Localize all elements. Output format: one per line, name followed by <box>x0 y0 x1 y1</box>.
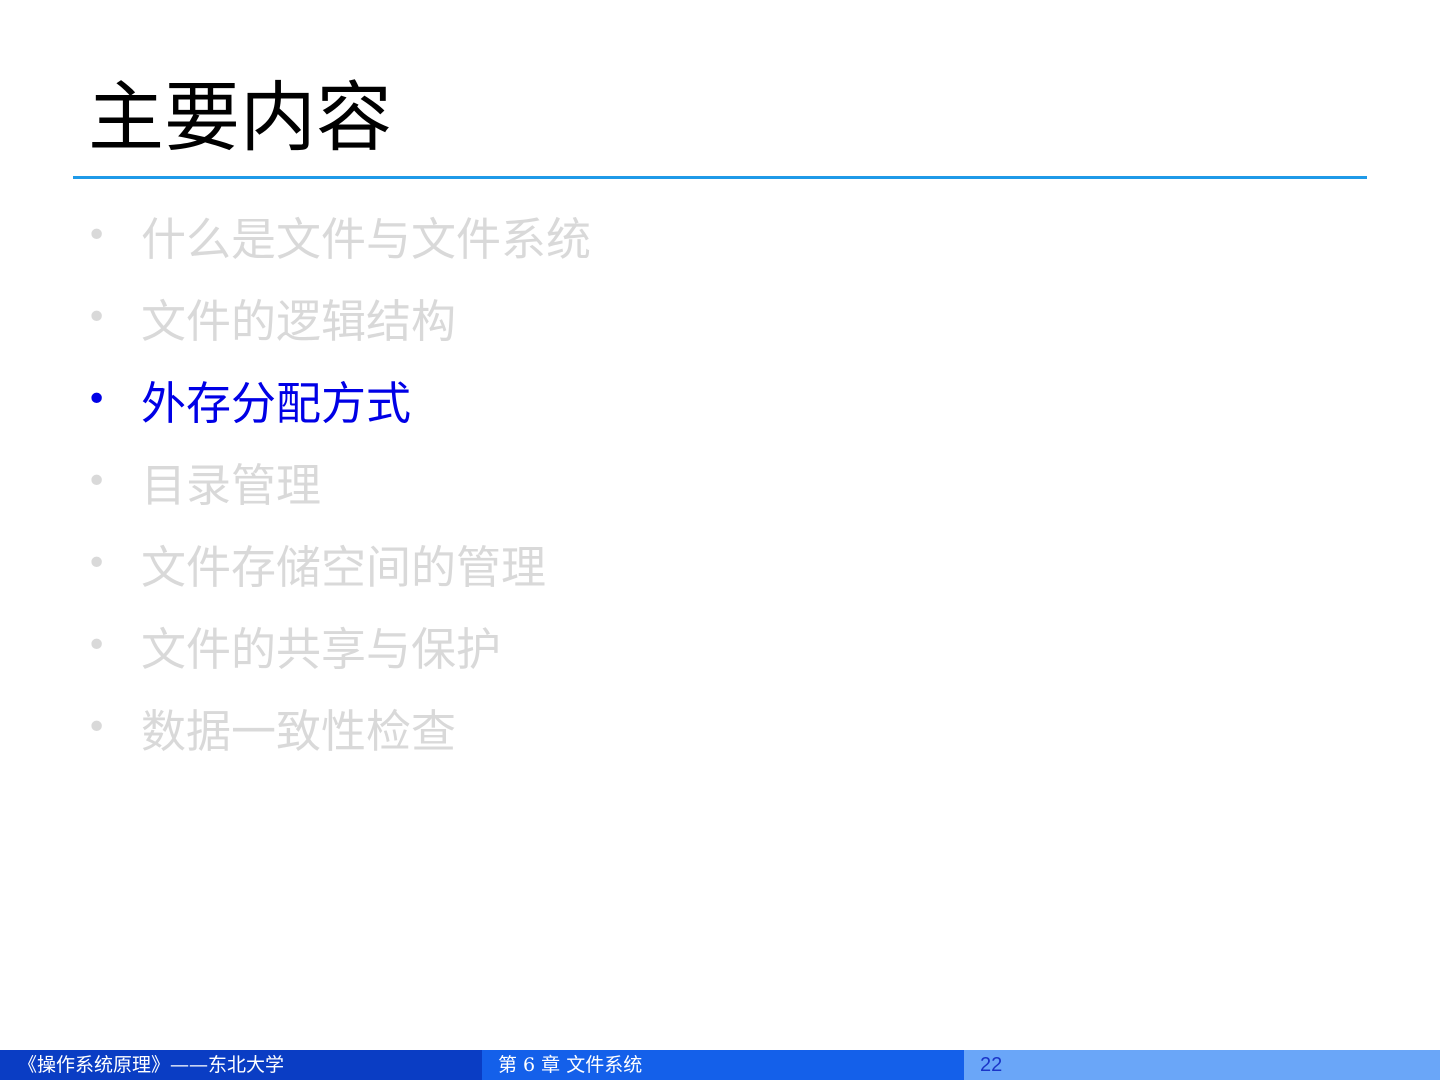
agenda-list: • 什么是文件与文件系统 • 文件的逻辑结构 • 外存分配方式 • 目录管理 •… <box>0 194 1440 768</box>
agenda-item: • 数据一致性检查 <box>0 686 1440 768</box>
slide-title: 主要内容 <box>88 73 392 162</box>
agenda-item-label: 文件的共享与保护 <box>141 622 502 676</box>
bullet-icon: • <box>86 378 108 420</box>
agenda-item-label: 外存分配方式 <box>141 376 412 430</box>
footer-course: 《操作系统原理》——东北大学 <box>0 1050 482 1080</box>
agenda-item: • 目录管理 <box>0 440 1440 522</box>
agenda-item: • 文件的共享与保护 <box>0 604 1440 686</box>
agenda-item: • 文件的逻辑结构 <box>0 276 1440 358</box>
agenda-item-label: 数据一致性检查 <box>141 704 457 758</box>
agenda-item-active: • 外存分配方式 <box>0 358 1440 440</box>
title-divider <box>73 176 1367 179</box>
agenda-item: • 文件存储空间的管理 <box>0 522 1440 604</box>
agenda-item-label: 目录管理 <box>141 458 322 512</box>
footer-chapter: 第 6 章 文件系统 <box>482 1050 964 1080</box>
agenda-item-label: 文件的逻辑结构 <box>141 294 457 348</box>
bullet-icon: • <box>86 460 108 502</box>
footer-page-number: 22 <box>964 1050 1440 1080</box>
bullet-icon: • <box>86 542 108 584</box>
bullet-icon: • <box>86 296 108 338</box>
bullet-icon: • <box>86 624 108 666</box>
agenda-item-label: 什么是文件与文件系统 <box>141 212 592 266</box>
bullet-icon: • <box>86 706 108 748</box>
slide-footer: 《操作系统原理》——东北大学 第 6 章 文件系统 22 <box>0 1050 1440 1080</box>
agenda-item-label: 文件存储空间的管理 <box>141 540 547 594</box>
bullet-icon: • <box>86 214 108 256</box>
agenda-item: • 什么是文件与文件系统 <box>0 194 1440 276</box>
